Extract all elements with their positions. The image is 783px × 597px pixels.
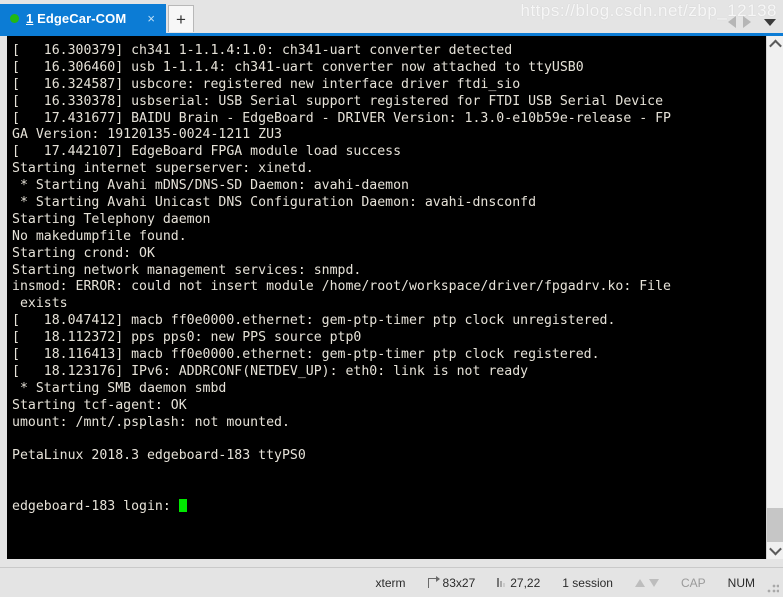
scroll-down-button[interactable] bbox=[767, 542, 783, 559]
terminal-line: [ 18.112372] pps pps0: new PPS source pt… bbox=[12, 330, 362, 346]
upload-arrow-icon bbox=[634, 578, 645, 587]
cursor-position-icon bbox=[497, 578, 507, 587]
tab-edgecar-com[interactable]: 1 EdgeCar-COM × bbox=[0, 4, 166, 33]
login-prompt: edgeboard-183 login: bbox=[12, 499, 179, 515]
text-cursor bbox=[178, 499, 187, 513]
status-bar: xterm 83x27 27,22 1 session CAP NUM bbox=[0, 567, 783, 597]
resize-grip[interactable] bbox=[766, 582, 779, 595]
tab-accelerator: 1 bbox=[26, 11, 34, 26]
terminal-line: Starting crond: OK bbox=[12, 245, 155, 261]
connection-status-dot bbox=[10, 14, 19, 23]
terminal-line: * Starting SMB daemon smbd bbox=[12, 380, 227, 396]
terminal-line: [ 16.330378] usbserial: USB Serial suppo… bbox=[12, 93, 664, 109]
status-num-lock: NUM bbox=[727, 575, 755, 590]
terminal-line: Starting internet superserver: xinetd. bbox=[12, 161, 314, 177]
tab-navigation bbox=[728, 16, 783, 33]
tab-bar: 1 EdgeCar-COM × + bbox=[0, 0, 783, 33]
terminal-line: [ 17.431677] BAIDU Brain - EdgeBoard - D… bbox=[12, 110, 671, 126]
terminal-line: [ 16.300379] ch341 1-1.1.4:1.0: ch341-ua… bbox=[12, 43, 513, 58]
terminal-line: [ 18.123176] IPv6: ADDRCONF(NETDEV_UP): … bbox=[12, 363, 529, 379]
new-tab-button[interactable]: + bbox=[168, 5, 194, 32]
terminal-scrollbar[interactable] bbox=[766, 36, 783, 559]
status-transfer-indicators bbox=[624, 578, 670, 587]
close-icon[interactable]: × bbox=[142, 12, 160, 25]
terminal-line: [ 18.047412] macb ff0e0000.ethernet: gem… bbox=[12, 313, 616, 329]
download-arrow-icon bbox=[648, 578, 659, 587]
tab-title-text: EdgeCar-COM bbox=[37, 11, 127, 26]
terminal-line: insmod: ERROR: could not insert module /… bbox=[12, 279, 671, 295]
terminal-line: [ 17.442107] EdgeBoard FPGA module load … bbox=[12, 144, 402, 160]
terminal-line: Starting tcf-agent: OK bbox=[12, 397, 187, 413]
terminal-line: umount: /mnt/.psplash: not mounted. bbox=[12, 414, 290, 430]
terminal-line: [ 16.306460] usb 1-1.1.4: ch341-uart con… bbox=[12, 59, 584, 75]
terminal-application-window: 1 EdgeCar-COM × + [ 16.300379] ch341 1-1… bbox=[0, 0, 783, 597]
terminal-line: Starting network management services: sn… bbox=[12, 262, 362, 278]
tab-title: 1 EdgeCar-COM bbox=[26, 11, 126, 26]
terminal-area: [ 16.300379] ch341 1-1.1.4:1.0: ch341-ua… bbox=[0, 36, 783, 567]
status-size-value: 83x27 bbox=[442, 575, 476, 590]
scroll-up-button[interactable] bbox=[767, 36, 783, 53]
chevron-down-icon bbox=[768, 542, 782, 556]
status-cursor-position: 27,22 bbox=[486, 576, 551, 590]
chevron-down-icon[interactable] bbox=[764, 18, 776, 26]
terminal-frame: [ 16.300379] ch341 1-1.1.4:1.0: ch341-ua… bbox=[0, 36, 783, 567]
terminal-screen[interactable]: [ 16.300379] ch341 1-1.1.4:1.0: ch341-ua… bbox=[7, 36, 766, 559]
chevron-up-icon bbox=[768, 39, 782, 53]
status-size: 83x27 bbox=[417, 575, 487, 590]
status-sessions: 1 session bbox=[562, 575, 613, 590]
terminal-line: Starting Telephony daemon bbox=[12, 211, 211, 227]
terminal-line: * Starting Avahi Unicast DNS Configurati… bbox=[12, 195, 537, 211]
terminal-line: [ 18.116413] macb ff0e0000.ethernet: gem… bbox=[12, 347, 600, 363]
status-terminal-type: xterm bbox=[375, 575, 406, 590]
terminal-line: PetaLinux 2018.3 edgeboard-183 ttyPS0 bbox=[12, 448, 306, 464]
terminal-line: No makedumpfile found. bbox=[12, 228, 187, 244]
scrollbar-thumb[interactable] bbox=[767, 508, 783, 542]
terminal-prompt-line: edgeboard-183 login: bbox=[12, 499, 766, 516]
scrollbar-track[interactable] bbox=[767, 53, 783, 542]
chevron-left-icon[interactable] bbox=[728, 16, 736, 28]
terminal-line: GA Version: 19120135-0024-1211 ZU3 bbox=[12, 127, 282, 143]
chevron-right-icon[interactable] bbox=[743, 16, 751, 28]
status-caps-lock: CAP bbox=[680, 575, 706, 590]
terminal-line: * Starting Avahi mDNS/DNS-SD Daemon: ava… bbox=[12, 178, 409, 194]
terminal-line: [ 16.324587] usbcore: registered new int… bbox=[12, 76, 521, 92]
status-cursor-value: 27,22 bbox=[510, 575, 541, 590]
resize-icon bbox=[427, 575, 440, 588]
terminal-line: exists bbox=[12, 296, 68, 312]
